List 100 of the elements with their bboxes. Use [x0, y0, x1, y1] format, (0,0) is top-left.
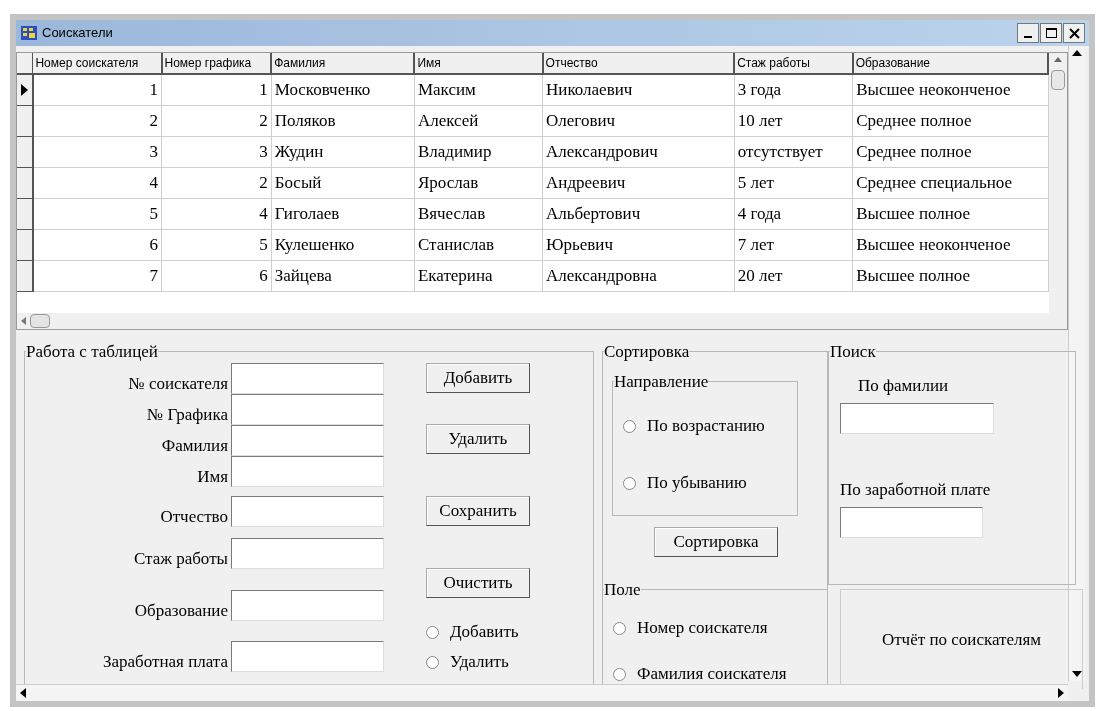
radio-label[interactable]: По возрастанию	[647, 415, 765, 437]
radio-label[interactable]: По убыванию	[647, 472, 747, 494]
table-cell: Алексей	[414, 105, 543, 136]
table-cell: 2	[161, 105, 272, 136]
column-header[interactable]: Отчество	[542, 53, 735, 74]
column-header[interactable]: Образование	[852, 53, 1049, 74]
field-label: По заработной плате	[840, 479, 991, 501]
field-label: Отчество	[160, 506, 228, 528]
input-field[interactable]	[231, 456, 384, 487]
minimize-button[interactable]	[1017, 23, 1039, 43]
horizontal-scrollbar[interactable]	[16, 684, 1068, 701]
table-cell: Высшее полное	[852, 260, 1049, 291]
report-label: Отчёт по соискателям	[881, 628, 1042, 651]
table-cell: 1	[32, 74, 162, 105]
column-header[interactable]: Фамилия	[271, 53, 415, 74]
table-cell: Ярослав	[414, 167, 543, 198]
field-label: Заработная плата	[102, 651, 228, 673]
field-label: Стаж работы	[133, 548, 228, 570]
radio-button[interactable]	[613, 668, 626, 681]
radio-button[interactable]	[426, 656, 439, 669]
table-cell: Высшее неоконченое	[852, 74, 1049, 105]
push-button[interactable]: Добавить	[426, 363, 530, 393]
scroll-down-icon[interactable]	[1072, 671, 1082, 677]
group-title: Поле	[604, 581, 641, 598]
row-indicator[interactable]	[17, 74, 33, 105]
row-indicator[interactable]	[17, 229, 33, 260]
table-cell: Станислав	[414, 229, 543, 260]
input-field[interactable]	[231, 590, 384, 621]
table-cell: Среднее полное	[852, 136, 1049, 167]
push-button[interactable]: Сохранить	[426, 496, 530, 526]
table-cell: Зайцева	[271, 260, 415, 291]
radio-label[interactable]: Фамилия соискателя	[637, 663, 787, 685]
scroll-thumb[interactable]	[30, 314, 50, 329]
radio-button[interactable]	[623, 420, 636, 433]
radio-label[interactable]: Добавить	[450, 621, 519, 643]
scroll-left-icon[interactable]	[20, 688, 26, 698]
table-cell: Альбертович	[542, 198, 735, 229]
table-cell: Николаевич	[542, 74, 735, 105]
horizontal-scrollbar[interactable]	[17, 313, 1050, 329]
input-field[interactable]	[840, 507, 983, 538]
radio-label[interactable]: Удалить	[450, 651, 509, 673]
row-indicator[interactable]	[17, 167, 33, 198]
radio-button[interactable]	[623, 477, 636, 490]
table-cell: Босый	[271, 167, 415, 198]
scroll-right-icon[interactable]	[1058, 688, 1064, 698]
table-cell: Среднее специальное	[852, 167, 1049, 198]
table-cell: 6	[32, 229, 162, 260]
row-indicator[interactable]	[17, 260, 33, 291]
input-field[interactable]	[231, 496, 384, 527]
table-cell: Максим	[414, 74, 543, 105]
scroll-thumb[interactable]	[1051, 70, 1066, 90]
column-header[interactable]: Номер соискателя	[32, 53, 162, 74]
field-label: По фамилии	[858, 375, 949, 397]
vertical-scrollbar[interactable]	[1049, 53, 1067, 329]
column-header[interactable]: Стаж работы	[734, 53, 853, 74]
row-indicator[interactable]	[17, 136, 33, 167]
table-cell: 2	[32, 105, 162, 136]
table-cell: Высшее полное	[852, 198, 1049, 229]
table-cell: 20 лет	[734, 260, 853, 291]
field-label: Образование	[134, 600, 228, 622]
column-header[interactable]: Номер графика	[161, 53, 272, 74]
column-header[interactable]: Имя	[414, 53, 543, 74]
input-field[interactable]	[231, 641, 384, 672]
app-icon	[20, 25, 38, 41]
table-cell: 2	[161, 167, 272, 198]
input-field[interactable]	[840, 403, 994, 434]
input-field[interactable]	[231, 363, 384, 394]
table-cell: Александрович	[542, 136, 735, 167]
input-field[interactable]	[231, 538, 384, 569]
close-button[interactable]	[1063, 23, 1085, 43]
input-field[interactable]	[231, 425, 384, 456]
input-field[interactable]	[231, 394, 384, 425]
table-cell: 10 лет	[734, 105, 853, 136]
table-cell: Андреевич	[542, 167, 735, 198]
table-cell: 4 года	[734, 198, 853, 229]
radio-label[interactable]: Номер соискателя	[637, 617, 768, 639]
radio-button[interactable]	[426, 626, 439, 639]
table-cell: 6	[161, 260, 272, 291]
table-cell: Московченко	[271, 74, 415, 105]
table-cell: 3	[161, 136, 272, 167]
push-button[interactable]: Удалить	[426, 424, 530, 454]
row-indicator[interactable]	[17, 105, 33, 136]
push-button[interactable]: Сортировка	[654, 527, 778, 557]
radio-button[interactable]	[613, 622, 626, 635]
table-cell: 5 лет	[734, 167, 853, 198]
table-cell: Гиголаев	[271, 198, 415, 229]
table-cell: 7 лет	[734, 229, 853, 260]
table-cell: 3 года	[734, 74, 853, 105]
vertical-scrollbar[interactable]	[1068, 46, 1085, 681]
field-label: Фамилия	[161, 435, 228, 457]
row-indicator[interactable]	[17, 198, 33, 229]
maximize-button[interactable]	[1040, 23, 1062, 43]
group-title: Поиск	[830, 343, 876, 360]
push-button[interactable]: Очистить	[426, 568, 530, 598]
table-cell: Поляков	[271, 105, 415, 136]
table-cell: 4	[161, 198, 272, 229]
table-cell: 5	[32, 198, 162, 229]
table-cell: Среднее полное	[852, 105, 1049, 136]
table-cell: 3	[32, 136, 162, 167]
table-cell: Александровна	[542, 260, 735, 291]
